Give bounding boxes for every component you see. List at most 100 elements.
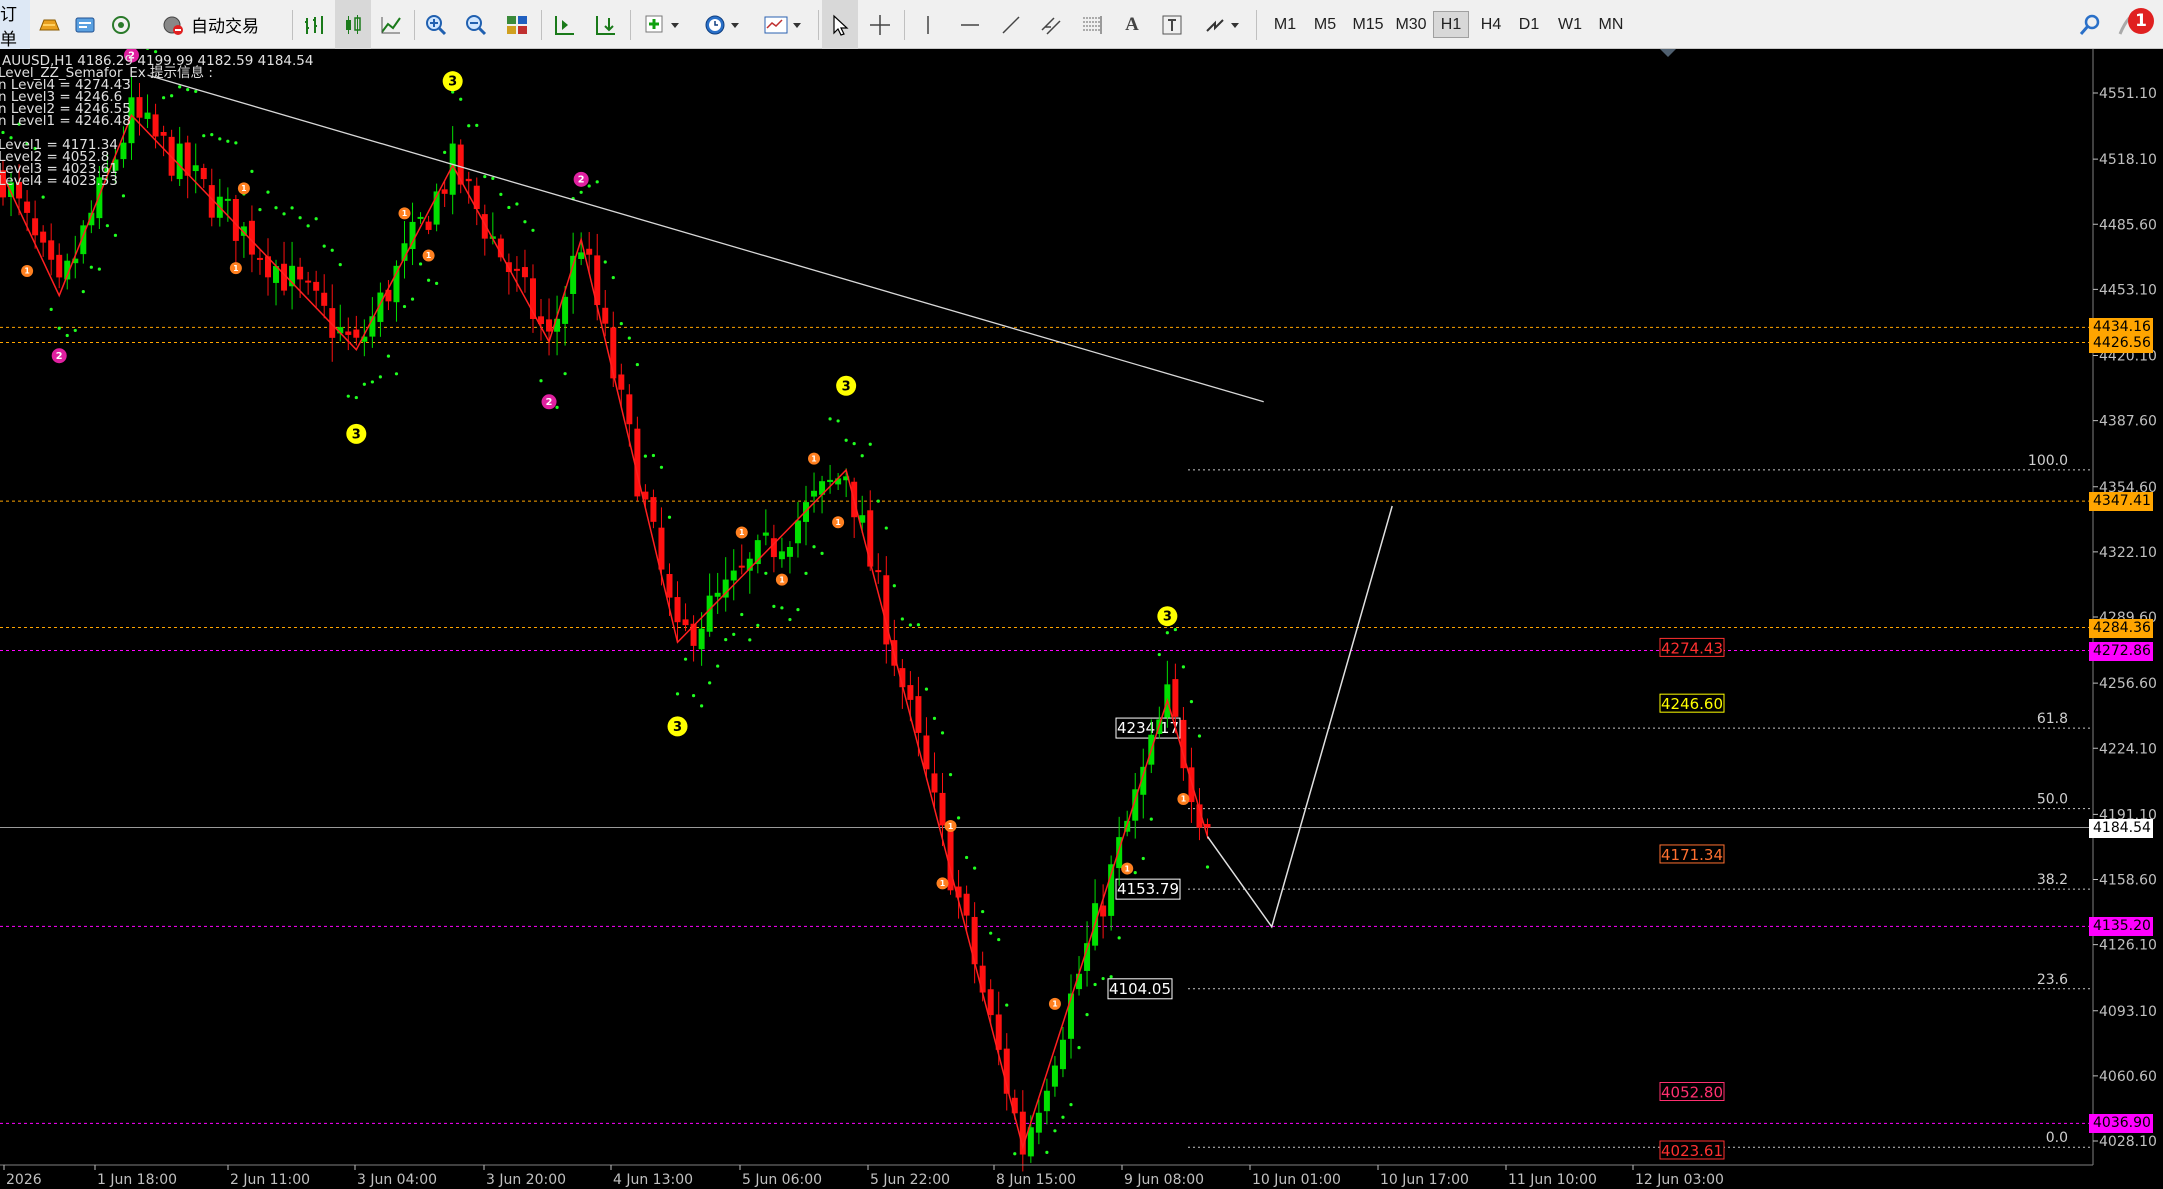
sar-dot [1189,700,1194,704]
x-tick-label: 9 Jun 08:00 [1124,1172,1204,1188]
sar-dot [298,216,302,220]
horizontal-line-icon[interactable] [952,0,988,49]
sar-dot [194,89,198,94]
candle-body [425,221,432,230]
text-icon[interactable]: A [1114,0,1150,49]
price-tag: 4036.90 [2089,1114,2153,1134]
semafor-level-number: 2 [546,397,553,408]
x-tick-label: 11 Jun 10:00 [1508,1172,1597,1188]
indicators-dropdown-icon[interactable] [636,0,688,49]
trendline-icon[interactable] [993,0,1029,49]
semafor-level-number: 2 [56,351,63,362]
sar-dot [378,375,383,379]
sar-dot [306,224,310,228]
sar-dot [828,417,832,421]
sar-dot [659,465,664,469]
y-tick-label: 4387.60 [2099,414,2157,430]
templates-dropdown-icon[interactable] [756,0,810,49]
sar-dot [49,307,53,311]
sar-dot [683,657,688,661]
sar-dot [1181,665,1186,669]
y-tick-label: 4256.60 [2099,676,2157,692]
cursor-icon[interactable] [822,0,858,49]
zoom-out-icon[interactable] [459,0,493,49]
y-tick-label: 4453.10 [2099,282,2157,298]
candlestick-icon[interactable] [335,0,371,49]
autotrade-button[interactable]: 自动交易 [140,0,280,49]
sar-dot [515,202,519,206]
y-tick-label: 4126.10 [2099,938,2157,954]
semafor-level-number: 1 [426,251,431,260]
channel-icon[interactable] [1033,0,1069,49]
candle-body [786,546,793,557]
sar-dot [1093,982,1097,987]
candle-body [521,267,528,278]
candle-body [1043,1090,1050,1112]
timeframe-w1[interactable]: W1 [1552,11,1588,38]
candle-body [666,574,673,598]
history-icon[interactable] [68,0,102,49]
orders-button[interactable]: 订单 [0,0,30,50]
timeframe-m15[interactable]: M15 [1347,11,1389,38]
price-tag: 4135.20 [2089,917,2153,937]
sar-dot [523,220,527,224]
sar-dot [1101,976,1105,981]
sar-dot [595,180,599,184]
candle-body [626,394,633,425]
candle-body [232,199,239,241]
candle-body [120,142,127,160]
search-icon[interactable] [2072,0,2108,49]
fibonacci-icon[interactable] [1074,0,1110,49]
candle-body [176,143,183,180]
chart-shift-icon[interactable] [547,0,581,49]
sar-dot [186,88,190,92]
y-tick-label: 4518.10 [2099,152,2157,168]
sar-dot [1,130,5,135]
candle-body [570,255,577,294]
arrows-dropdown-icon[interactable] [1196,0,1248,49]
candle-body [160,131,167,136]
autoscroll-icon[interactable] [588,0,622,49]
timeframe-mn[interactable]: MN [1592,11,1630,38]
sar-dot [274,206,278,210]
gold-bar-icon[interactable] [32,0,66,49]
sar-dot [1013,1152,1017,1156]
timeframe-m30[interactable]: M30 [1391,11,1431,38]
sar-dot [1173,627,1177,632]
text-label-icon[interactable] [1154,0,1190,49]
timeframe-m1[interactable]: M1 [1267,11,1303,38]
sar-dot [1141,856,1145,861]
bar-chart-icon[interactable] [297,0,331,49]
line-chart-icon[interactable] [374,0,408,49]
sar-dot [700,704,704,708]
signals-icon[interactable] [104,0,138,49]
price-chart[interactable]: 100.0 61.8 50.0 38.2 23.6 0.0 4234.17 4153.79 41… [0,49,2163,1189]
sar-dot [940,731,945,735]
timeframe-h1[interactable]: H1 [1433,11,1469,38]
timeframe-d1[interactable]: D1 [1511,11,1547,38]
sar-dot [1157,652,1161,657]
sar-dot [1165,631,1169,635]
timeframe-m5[interactable]: M5 [1307,11,1343,38]
sar-dot [354,395,358,400]
sar-dot [989,931,993,935]
candle-body [24,201,31,213]
notification-badge[interactable]: 1 [2114,0,2158,49]
sar-dot [579,190,583,194]
vertical-line-icon[interactable] [910,0,946,49]
sar-dot [89,265,93,269]
sar-dot [916,623,921,627]
crosshair-icon[interactable] [862,0,898,49]
price-tag: 4272.86 [2089,641,2153,661]
x-tick-label: 2 Jun 11:00 [230,1172,310,1188]
tile-windows-icon[interactable] [500,0,534,49]
sar-dot [1133,871,1137,875]
periods-dropdown-icon[interactable] [696,0,748,49]
zoom-in-icon[interactable] [419,0,453,49]
sar-dot [258,208,262,212]
candle-body [618,374,625,390]
timeframe-h4[interactable]: H4 [1473,11,1509,38]
sar-dot [691,693,696,698]
sar-dot [772,604,776,608]
sar-dot [386,354,391,358]
